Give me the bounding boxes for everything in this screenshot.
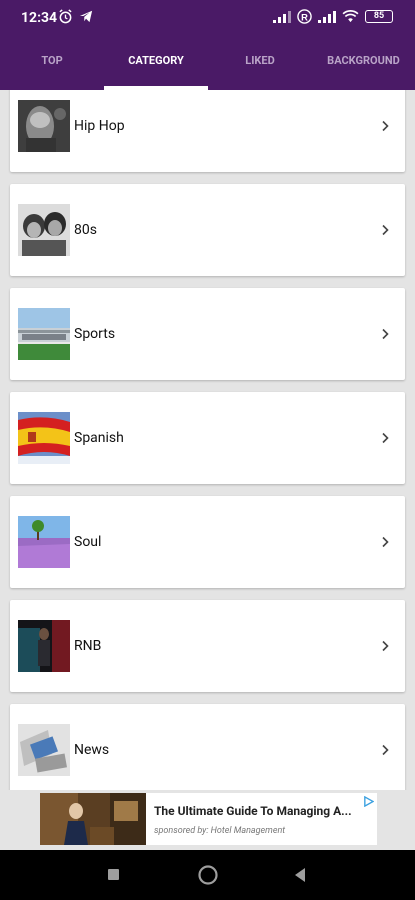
ad-title: The Ultimate Guide To Managing A... [154,804,352,818]
r-badge-icon: R [297,9,312,24]
category-item-80s[interactable]: 80s [10,184,405,276]
chevron-right-icon [382,120,389,132]
signal-icon [273,11,291,23]
svg-text:R: R [301,12,308,22]
ad-image [40,793,146,845]
tab-bar: TOP CATEGORY LIKED BACKGROUND [0,36,415,90]
news-thumbnail [18,724,70,776]
category-label: 80s [74,222,97,238]
tab-liked[interactable]: LIKED [208,36,312,90]
recents-icon[interactable] [107,868,120,881]
category-label: Soul [74,534,102,550]
80s-thumbnail [18,204,70,256]
alarm-icon [59,9,72,24]
adchoices-icon[interactable] [363,796,374,807]
soul-thumbnail [18,516,70,568]
telegram-icon [79,10,93,23]
category-item-sports[interactable]: Sports [10,288,405,380]
category-item-hip-hop[interactable]: Hip Hop [10,90,405,172]
sports-thumbnail [18,308,70,360]
chevron-right-icon [382,224,389,236]
chevron-right-icon [382,328,389,340]
status-bar: 12:34 R 85 [0,0,415,36]
battery-icon: 85 [365,10,393,23]
category-label: Spanish [74,430,124,446]
category-label: RNB [74,638,102,654]
status-time: 12:34 [21,10,58,26]
ad-area: The Ultimate Guide To Managing A... spon… [0,790,415,850]
ad-sponsor: sponsored by: Hotel Management [154,826,286,836]
chevron-right-icon [382,432,389,444]
chevron-right-icon [382,536,389,548]
category-label: Sports [74,326,116,342]
tab-top[interactable]: TOP [0,36,104,90]
category-label: News [74,742,110,758]
back-icon[interactable] [293,867,307,883]
home-icon[interactable] [197,864,219,886]
spanish-thumbnail [18,412,70,464]
category-label: Hip Hop [74,118,125,134]
category-item-rnb[interactable]: RNB [10,600,405,692]
chevron-right-icon [382,744,389,756]
wifi-icon [342,10,359,23]
tab-category[interactable]: CATEGORY [104,36,208,90]
rnb-thumbnail [18,620,70,672]
system-nav-bar [0,850,415,900]
signal-2-icon [318,11,336,23]
chevron-right-icon [382,640,389,652]
category-item-news[interactable]: News [10,704,405,790]
ad-banner[interactable]: The Ultimate Guide To Managing A... spon… [40,793,377,845]
category-item-spanish[interactable]: Spanish [10,392,405,484]
tab-background[interactable]: BACKGROUND [312,36,415,90]
category-list[interactable]: Hip Hop 80s Sports Spanish Soul RNB News [0,90,415,790]
hip-hop-thumbnail [18,100,70,152]
category-item-soul[interactable]: Soul [10,496,405,588]
